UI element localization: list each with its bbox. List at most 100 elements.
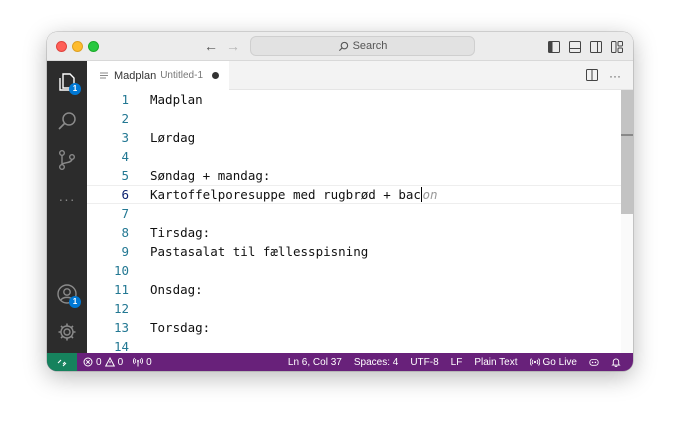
unsaved-dot-icon[interactable]: [212, 72, 220, 79]
search-icon: [338, 41, 348, 51]
tab-title: Madplan: [114, 69, 157, 82]
source-control-button[interactable]: [56, 149, 78, 171]
error-count: 0: [96, 356, 102, 368]
warning-icon: [104, 357, 115, 367]
editor-line: 8 Tirsdag:: [87, 223, 633, 242]
editor-line: 2: [87, 109, 633, 128]
editor-line: 13 Torsdag:: [87, 318, 633, 337]
line-number: 9: [121, 244, 129, 259]
editor-line: 5 Søndag + mandag:: [87, 166, 633, 185]
editor-line: 14: [87, 337, 633, 353]
line-text: Søndag + mandag:: [150, 168, 271, 183]
line-text: Lørdag: [150, 130, 196, 145]
encoding-selector[interactable]: UTF-8: [410, 357, 438, 368]
broadcast-icon: [529, 358, 540, 366]
layout-controls: [548, 40, 623, 53]
arrow-left-icon[interactable]: ←: [204, 37, 218, 55]
accounts-badge: 1: [69, 296, 81, 308]
editor-line: 12: [87, 299, 633, 318]
inline-suggestion[interactable]: on: [422, 187, 437, 202]
go-live-button[interactable]: Go Live: [529, 356, 577, 368]
line-text: Madplan: [150, 92, 203, 107]
go-live-label: Go Live: [542, 356, 577, 368]
more-views-button[interactable]: ···: [56, 188, 78, 210]
line-number: 8: [121, 225, 129, 240]
editor-actions: ···: [586, 69, 621, 83]
line-number: 6: [121, 187, 129, 202]
arrow-right-icon[interactable]: →: [226, 37, 240, 55]
eol-selector[interactable]: LF: [451, 357, 463, 368]
line-text: Kartoffelporesuppe med rugbrød + bac: [150, 187, 421, 202]
remote-indicator-button[interactable]: [47, 353, 77, 371]
line-number: 5: [121, 168, 129, 183]
tab-madplan[interactable]: Madplan Untitled-1: [87, 61, 229, 90]
broadcast-icon: [133, 357, 144, 367]
text-file-icon: [100, 72, 108, 78]
editor-line: 11 Onsdag:: [87, 280, 633, 299]
editor-line: 9 Pastasalat til fællesspisning: [87, 242, 633, 261]
toggle-primary-sidebar-icon[interactable]: [548, 40, 560, 53]
toggle-secondary-sidebar-icon[interactable]: [590, 40, 602, 53]
manage-button[interactable]: [56, 321, 78, 343]
status-left: 0 0 0: [83, 353, 152, 371]
source-control-icon: [59, 150, 75, 170]
language-mode-selector[interactable]: Plain Text: [474, 357, 517, 368]
editor-tab-bar: Madplan Untitled-1 ···: [87, 61, 633, 90]
gear-icon: [58, 323, 76, 341]
vscode-window: ← → Search 1 ··· 1 Madplan Untitled-1 ··…: [47, 32, 633, 371]
ports-indicator[interactable]: 0: [133, 357, 152, 368]
line-text: Tirsdag:: [150, 225, 211, 240]
cursor-position-marker: [621, 134, 633, 136]
explorer-badge: 1: [69, 83, 81, 95]
toggle-panel-icon[interactable]: [569, 40, 581, 53]
editor-line: 1 Madplan: [87, 90, 633, 109]
accounts-button[interactable]: 1: [56, 283, 81, 308]
split-editor-icon[interactable]: [586, 69, 598, 83]
line-text: Pastasalat til fællesspisning: [150, 244, 369, 259]
remote-icon: [57, 359, 67, 367]
line-number: 7: [121, 206, 129, 221]
line-number: 3: [121, 130, 129, 145]
customize-layout-icon[interactable]: [611, 40, 623, 53]
error-icon: [83, 357, 93, 367]
line-text-with-suggestion: Kartoffelporesuppe med rugbrød + bac on: [150, 186, 438, 203]
search-icon: [58, 112, 76, 130]
vertical-scrollbar[interactable]: [621, 90, 633, 353]
line-number: 1: [121, 92, 129, 107]
cursor-position[interactable]: Ln 6, Col 37: [288, 357, 342, 368]
line-number: 14: [113, 339, 129, 353]
copilot-icon[interactable]: [589, 357, 599, 367]
line-text: Torsdag:: [150, 320, 211, 335]
search-view-button[interactable]: [56, 110, 78, 132]
problems-indicator[interactable]: 0 0: [83, 357, 123, 368]
editor-line: 4: [87, 147, 633, 166]
line-number: 10: [113, 263, 129, 278]
editor-line: 10: [87, 261, 633, 280]
minimize-window-button[interactable]: [72, 41, 83, 52]
line-number: 4: [121, 149, 129, 164]
indentation-selector[interactable]: Spaces: 4: [354, 357, 398, 368]
maximize-window-button[interactable]: [88, 41, 99, 52]
warning-count: 0: [117, 356, 124, 368]
close-window-button[interactable]: [56, 41, 67, 52]
explorer-button[interactable]: 1: [56, 71, 81, 95]
line-number: 12: [113, 301, 129, 316]
line-number: 11: [113, 282, 129, 297]
more-actions-button[interactable]: ···: [609, 70, 621, 82]
status-bar: 0 0 0 Ln 6, Col 37 Spaces: 4 UTF-8 LF Pl…: [47, 353, 633, 371]
line-number: 13: [113, 320, 129, 335]
line-text: Onsdag:: [150, 282, 203, 297]
command-center-search[interactable]: Search: [250, 36, 475, 56]
current-editor-line: 6 Kartoffelporesuppe med rugbrød + bac on: [87, 185, 633, 204]
status-right: Ln 6, Col 37 Spaces: 4 UTF-8 LF Plain Te…: [288, 353, 621, 371]
editor-line: 3 Lørdag: [87, 128, 633, 147]
title-bar: ← → Search: [47, 32, 633, 61]
activity-bar: 1 ··· 1: [47, 61, 87, 353]
scrollbar-thumb[interactable]: [621, 90, 633, 214]
tab-description: Untitled-1: [160, 70, 204, 81]
search-label: Search: [352, 40, 388, 52]
ports-count: 0: [146, 356, 152, 368]
line-number: 2: [121, 111, 129, 126]
notifications-bell-icon[interactable]: [611, 357, 621, 367]
text-editor[interactable]: 1 Madplan 2 3 Lørdag 4 5 Søndag + mandag: 6…: [87, 90, 633, 353]
